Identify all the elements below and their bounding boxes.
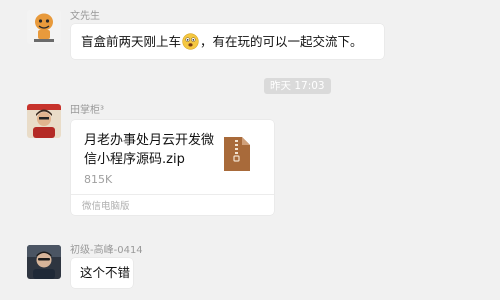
portrait-avatar-icon xyxy=(27,104,61,138)
message-text: 这个不错 xyxy=(80,265,131,280)
zip-file-icon xyxy=(224,137,250,171)
grimace-emoji xyxy=(182,33,199,50)
message-text: 盲盒前两天刚上车 xyxy=(81,34,182,49)
avatar-tian[interactable] xyxy=(27,104,61,138)
cartoon-avatar-icon xyxy=(27,10,61,44)
avatar-gaofeng[interactable] xyxy=(27,245,61,279)
photo-avatar-icon xyxy=(27,245,61,279)
avatar-wen[interactable] xyxy=(27,10,61,44)
sender-name: 田掌柜³ xyxy=(70,105,105,116)
message-bubble[interactable]: 盲盒前两天刚上车 ，有在玩的可以一起交流下。 xyxy=(71,24,384,59)
sender-name: 初级-高峰-0414 xyxy=(70,245,143,256)
file-source-label: 微信电脑版 xyxy=(82,201,130,212)
message-bubble[interactable]: 这个不错 xyxy=(71,258,133,288)
sender-name: 文先生 xyxy=(70,11,100,22)
file-name: 月老办事处月云开发微信小程序源码.zip xyxy=(84,133,215,167)
divider xyxy=(71,194,274,195)
file-size: 815K xyxy=(84,173,113,186)
message-text: ，有在玩的可以一起交流下。 xyxy=(200,34,363,49)
timestamp: 昨天 17:03 xyxy=(264,78,331,94)
file-message-card[interactable]: 月老办事处月云开发微信小程序源码.zip 815K 微信电脑版 xyxy=(71,120,274,215)
